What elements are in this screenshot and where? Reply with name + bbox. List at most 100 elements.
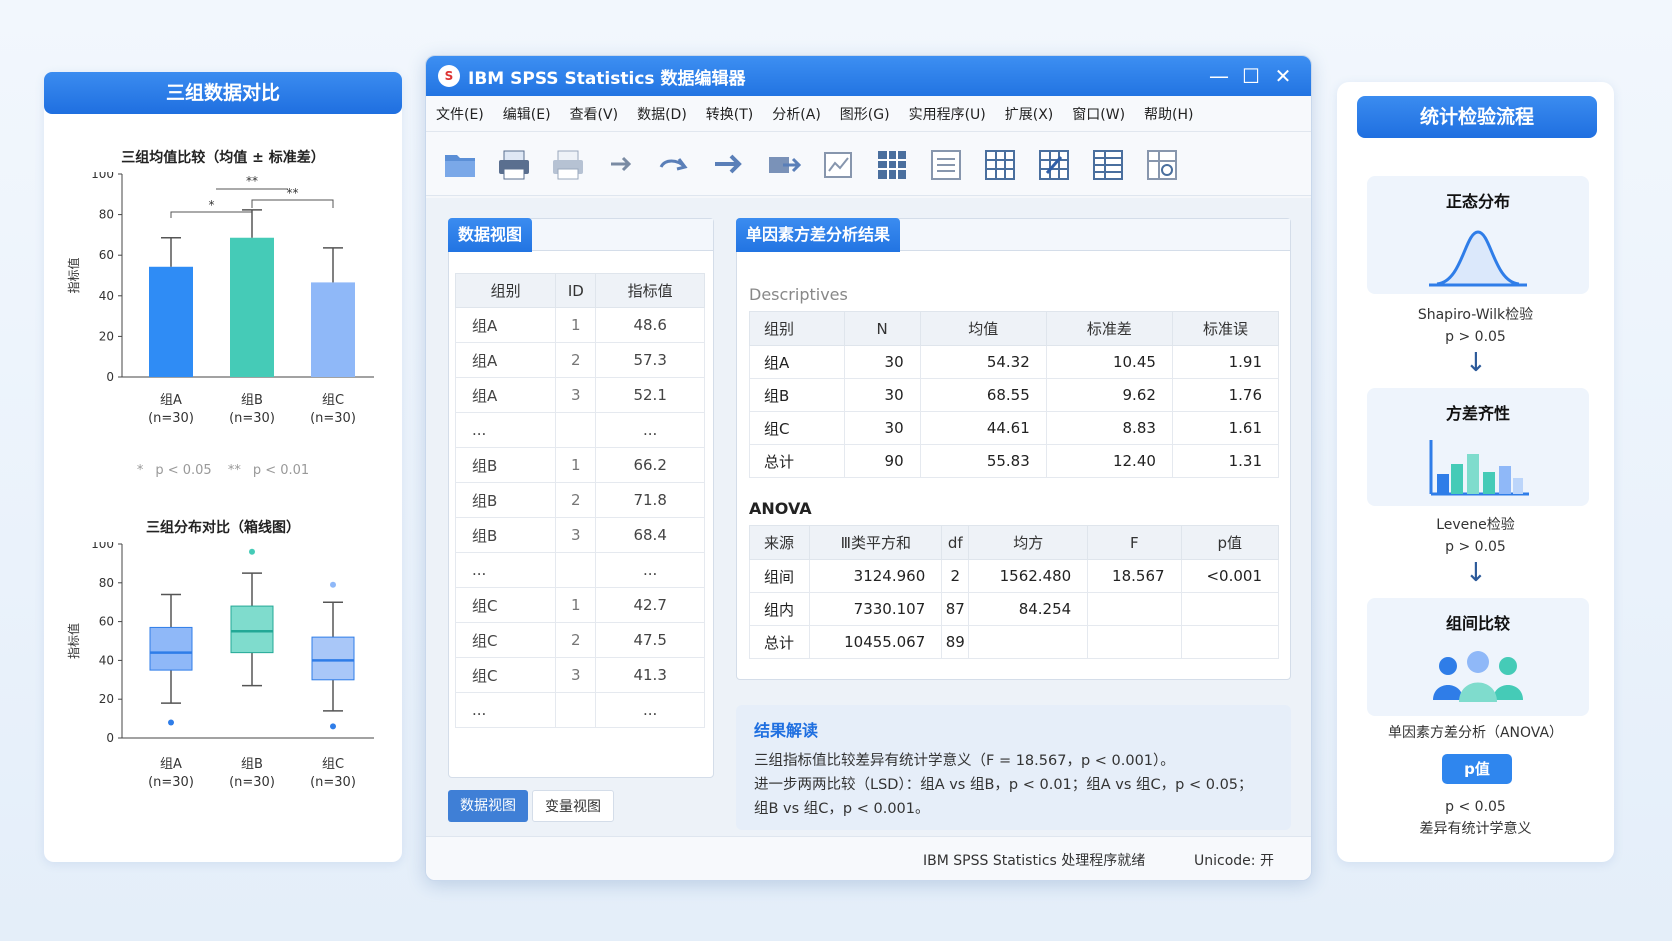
anova-row[interactable]: 总计 10455.067 89 — [748, 625, 1280, 659]
menu-item-5[interactable]: 分析(A) — [772, 104, 821, 124]
menu-item-3[interactable]: 数据(D) — [637, 104, 687, 124]
table-cell[interactable]: 42.7 — [595, 587, 705, 623]
column-header[interactable]: p值 — [1180, 525, 1280, 560]
menu-item-2[interactable]: 查看(V) — [570, 104, 619, 124]
descriptives-row[interactable]: 组A 30 54.32 10.45 1.91 — [749, 345, 1280, 379]
table-cell[interactable] — [555, 692, 597, 728]
column-header[interactable]: 均值 — [919, 311, 1047, 346]
table-cell[interactable]: 54.32 — [919, 345, 1047, 379]
table-icon[interactable] — [926, 144, 966, 184]
column-header[interactable]: N — [843, 311, 921, 346]
grid-settings-icon[interactable] — [1142, 144, 1182, 184]
grid-select-icon[interactable] — [872, 144, 912, 184]
export-icon[interactable] — [764, 144, 804, 184]
table-cell[interactable]: 2 — [555, 622, 597, 658]
column-header[interactable]: Ⅲ类平方和 — [809, 525, 943, 560]
data-row[interactable]: 组C 3 41.3 — [454, 657, 705, 693]
table-cell[interactable]: 2 — [555, 342, 597, 378]
menu-item-1[interactable]: 编辑(E) — [503, 104, 551, 124]
anova-row[interactable]: 组间 3124.960 2 1562.480 18.567 <0.001 — [748, 559, 1280, 593]
table-cell[interactable] — [968, 625, 1089, 659]
table-cell[interactable]: 组B — [454, 517, 557, 553]
data-row[interactable]: ...... — [454, 552, 705, 588]
table-cell[interactable]: 71.8 — [595, 482, 705, 518]
table-cell[interactable]: 2 — [941, 559, 970, 593]
grid-edit-icon[interactable] — [1034, 144, 1074, 184]
menu-item-10[interactable]: 帮助(H) — [1144, 104, 1193, 124]
minimize-button[interactable]: — — [1203, 64, 1235, 88]
data-row[interactable]: 组B 3 68.4 — [454, 517, 705, 553]
table-cell[interactable]: 组C — [454, 622, 557, 658]
table-cell[interactable]: 66.2 — [595, 447, 705, 483]
table-cell[interactable]: 10455.067 — [809, 625, 943, 659]
table-cell[interactable]: <0.001 — [1180, 559, 1280, 593]
table-cell[interactable]: 18.567 — [1087, 559, 1182, 593]
table-cell[interactable]: 1.61 — [1171, 411, 1280, 445]
column-header[interactable]: df — [941, 525, 970, 560]
table-cell[interactable]: 8.83 — [1045, 411, 1173, 445]
table-cell[interactable]: 总计 — [748, 625, 811, 659]
table-cell[interactable]: 组C — [749, 411, 845, 445]
data-row[interactable]: 组A 3 52.1 — [454, 377, 705, 413]
descriptives-row[interactable]: 组B 30 68.55 9.62 1.76 — [749, 378, 1280, 412]
arrow-right-icon[interactable] — [602, 144, 642, 184]
grid-icon[interactable] — [980, 144, 1020, 184]
table-cell[interactable] — [1087, 592, 1182, 626]
data-row[interactable]: 组A 1 48.6 — [454, 307, 705, 343]
table-cell[interactable]: 组A — [454, 307, 557, 343]
data-row[interactable]: 组B 2 71.8 — [454, 482, 705, 518]
menu-item-7[interactable]: 实用程序(U) — [909, 104, 986, 124]
table-cell[interactable]: 组A — [749, 345, 845, 379]
table-cell[interactable] — [1180, 592, 1280, 626]
table-cell[interactable]: 84.254 — [968, 592, 1089, 626]
column-header[interactable]: 标准差 — [1045, 311, 1173, 346]
table-cell[interactable]: 44.61 — [919, 411, 1047, 445]
table-cell[interactable]: 87 — [941, 592, 970, 626]
table-cell[interactable]: 1 — [555, 307, 597, 343]
results-tab-label[interactable]: 单因素方差分析结果 — [736, 218, 901, 252]
table-cell[interactable] — [555, 412, 597, 448]
table-cell[interactable]: ... — [454, 692, 557, 728]
table-alt-icon[interactable] — [1088, 144, 1128, 184]
maximize-button[interactable]: ☐ — [1235, 64, 1267, 88]
data-row[interactable]: 组C 2 47.5 — [454, 622, 705, 658]
column-header[interactable]: 组别 — [749, 311, 845, 346]
descriptives-row[interactable]: 组C 30 44.61 8.83 1.61 — [749, 411, 1280, 445]
table-cell[interactable]: 57.3 — [595, 342, 705, 378]
table-cell[interactable]: 48.6 — [595, 307, 705, 343]
table-cell[interactable]: 68.4 — [595, 517, 705, 553]
table-cell[interactable]: 1 — [555, 447, 597, 483]
table-cell[interactable]: 组B — [749, 378, 845, 412]
open-folder-icon[interactable] — [440, 144, 480, 184]
data-row[interactable]: 组C 1 42.7 — [454, 587, 705, 623]
table-cell[interactable]: 组C — [454, 657, 557, 693]
column-header[interactable]: 组别 — [454, 273, 557, 308]
table-cell[interactable]: 2 — [555, 482, 597, 518]
table-cell[interactable]: 组间 — [748, 559, 811, 593]
table-cell[interactable]: 1 — [555, 587, 597, 623]
column-header[interactable]: 标准误 — [1171, 311, 1280, 346]
table-cell[interactable]: 90 — [843, 444, 921, 478]
table-cell[interactable]: 7330.107 — [809, 592, 943, 626]
table-cell[interactable]: ... — [595, 412, 705, 448]
table-cell[interactable]: 3 — [555, 377, 597, 413]
table-cell[interactable]: 55.83 — [919, 444, 1047, 478]
table-cell[interactable]: 41.3 — [595, 657, 705, 693]
table-cell[interactable]: 组内 — [748, 592, 811, 626]
tab-data-view[interactable]: 数据视图 — [448, 790, 528, 822]
table-cell[interactable]: 52.1 — [595, 377, 705, 413]
data-view-tab-label[interactable]: 数据视图 — [448, 218, 533, 252]
print-preview-icon[interactable] — [548, 144, 588, 184]
menu-item-9[interactable]: 窗口(W) — [1072, 104, 1125, 124]
table-cell[interactable]: 总计 — [749, 444, 845, 478]
table-cell[interactable] — [1087, 625, 1182, 659]
data-row[interactable]: 组B 1 66.2 — [454, 447, 705, 483]
table-cell[interactable]: 1562.480 — [968, 559, 1089, 593]
table-cell[interactable]: 47.5 — [595, 622, 705, 658]
descriptives-row[interactable]: 总计 90 55.83 12.40 1.31 — [749, 444, 1280, 478]
column-header[interactable]: 指标值 — [595, 273, 705, 308]
menu-item-4[interactable]: 转换(T) — [706, 104, 753, 124]
table-cell[interactable]: 3 — [555, 657, 597, 693]
menu-item-0[interactable]: 文件(E) — [436, 104, 484, 124]
chart-edit-icon[interactable] — [818, 144, 858, 184]
